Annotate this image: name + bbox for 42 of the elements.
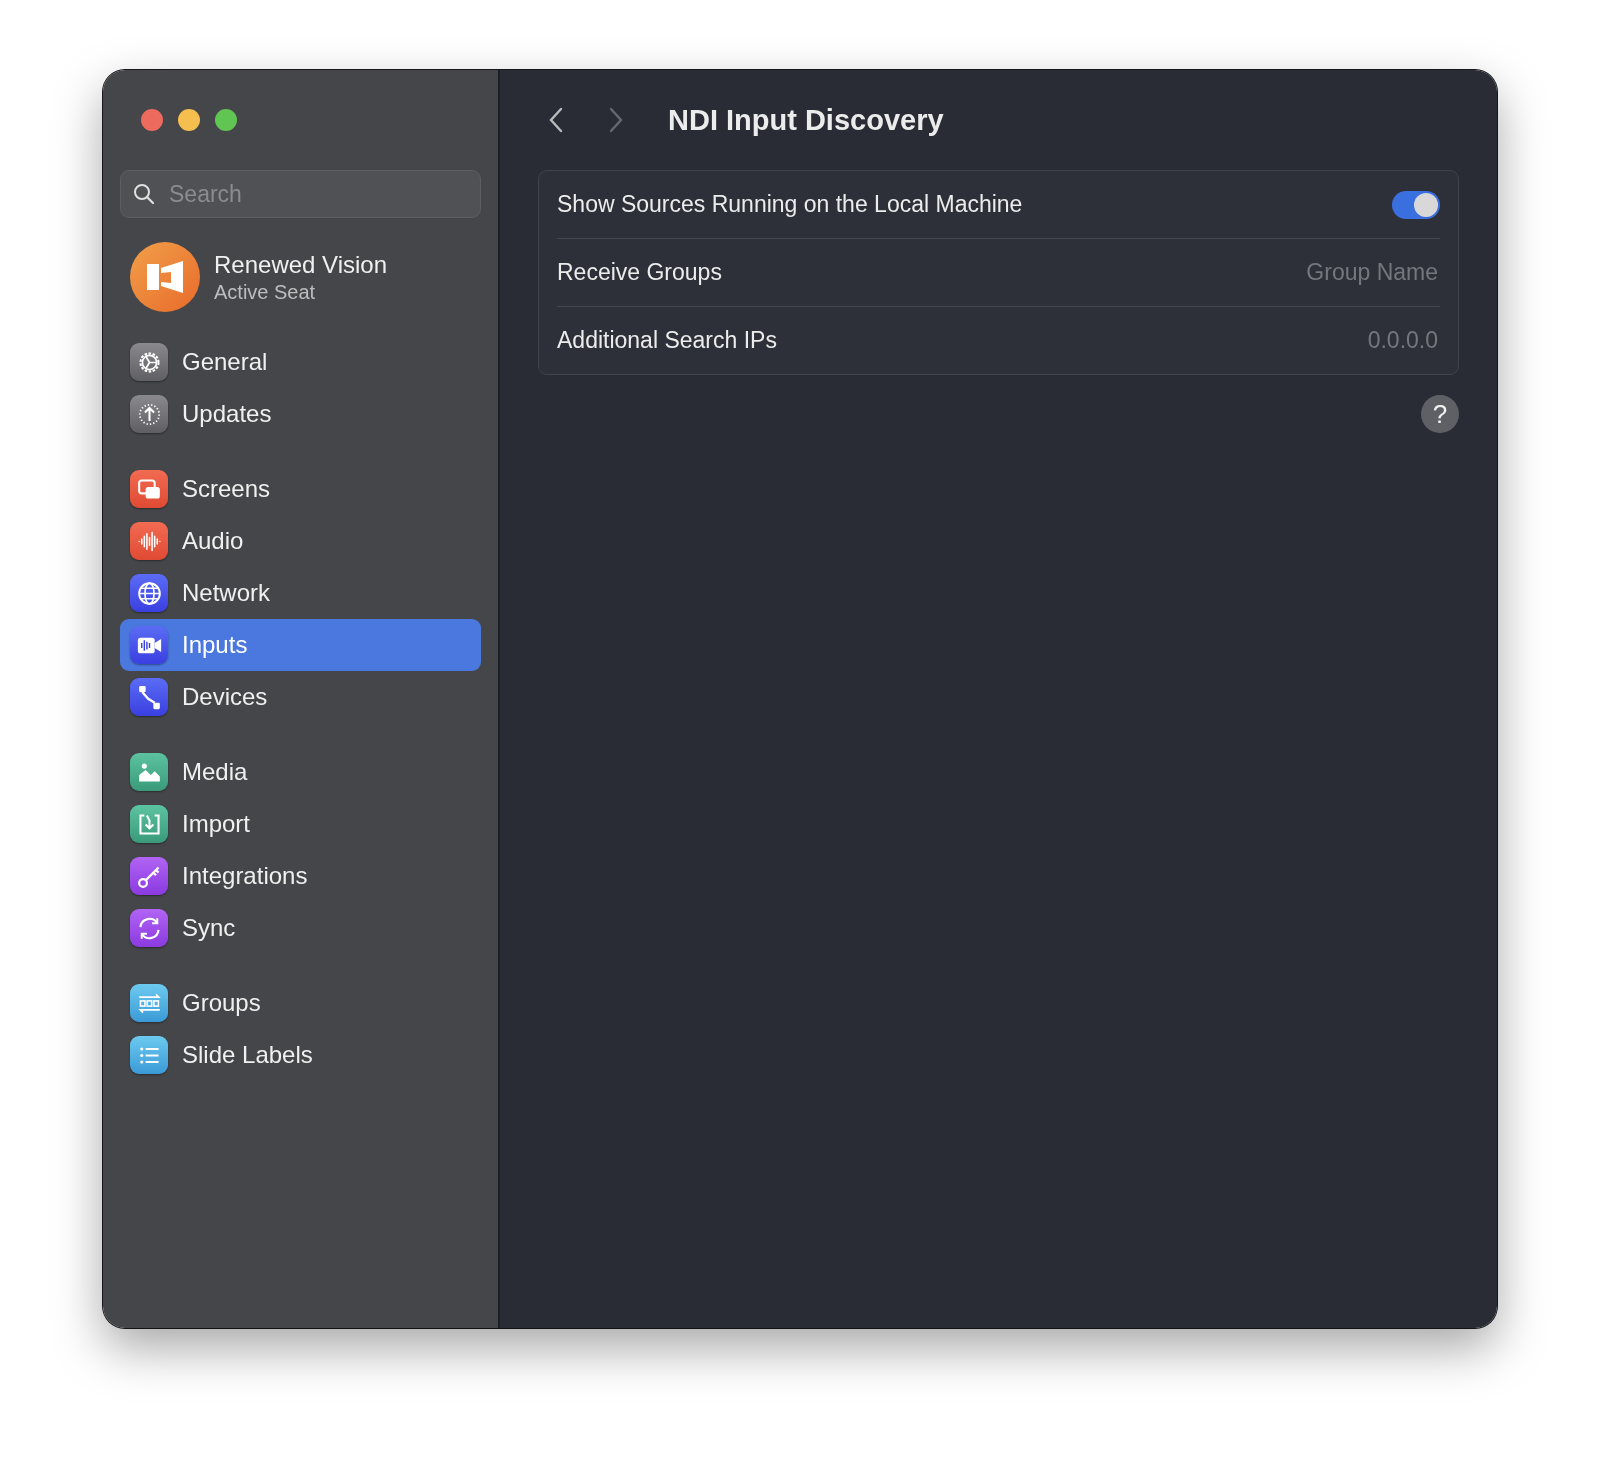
setting-label: Show Sources Running on the Local Machine xyxy=(557,191,1023,218)
search-field[interactable]: Search xyxy=(120,170,481,218)
page-title: NDI Input Discovery xyxy=(668,103,944,137)
sidebar-item[interactable]: Integrations xyxy=(120,850,481,902)
key-icon xyxy=(130,857,168,895)
groups-icon xyxy=(130,984,168,1022)
download-tray-icon xyxy=(130,805,168,843)
setting-label: Additional Search IPs xyxy=(557,327,777,354)
chevron-right-icon xyxy=(608,106,624,134)
text-field[interactable]: 0.0.0.0 xyxy=(1116,326,1440,355)
sidebar-item[interactable]: Sync xyxy=(120,902,481,954)
sidebar-item[interactable]: Media xyxy=(120,746,481,798)
globe-icon xyxy=(130,574,168,612)
toggle-switch[interactable] xyxy=(1392,190,1440,219)
screens-icon xyxy=(130,470,168,508)
text-field[interactable]: Group Name xyxy=(1116,258,1440,287)
chevron-left-icon xyxy=(548,106,564,134)
connector-icon xyxy=(130,678,168,716)
sidebar-item[interactable]: Import xyxy=(120,798,481,850)
help-button[interactable]: ? xyxy=(1421,395,1459,433)
gear-icon xyxy=(130,343,168,381)
sidebar-item[interactable]: General xyxy=(120,336,481,388)
sidebar-item[interactable]: Groups xyxy=(120,977,481,1029)
sidebar-item[interactable]: Network xyxy=(120,567,481,619)
sidebar-item[interactable]: Inputs xyxy=(120,619,481,671)
minimize-button[interactable] xyxy=(178,109,200,131)
waveform-icon xyxy=(130,522,168,560)
setting-label: Receive Groups xyxy=(557,259,722,286)
sidebar-item[interactable]: Screens xyxy=(120,463,481,515)
video-camera-icon xyxy=(130,626,168,664)
account-name: Renewed Vision xyxy=(214,250,387,279)
close-button[interactable] xyxy=(141,109,163,131)
account-status: Active Seat xyxy=(214,280,317,304)
sidebar-item[interactable]: Audio xyxy=(120,515,481,567)
sidebar-item[interactable]: Devices xyxy=(120,671,481,723)
list-icon xyxy=(130,1036,168,1074)
sidebar-item[interactable]: Updates xyxy=(120,388,481,440)
sidebar-item[interactable]: Slide Labels xyxy=(120,1029,481,1081)
search-icon xyxy=(132,182,156,206)
image-icon xyxy=(130,753,168,791)
sync-arrows-icon xyxy=(130,909,168,947)
zoom-button[interactable] xyxy=(215,109,237,131)
